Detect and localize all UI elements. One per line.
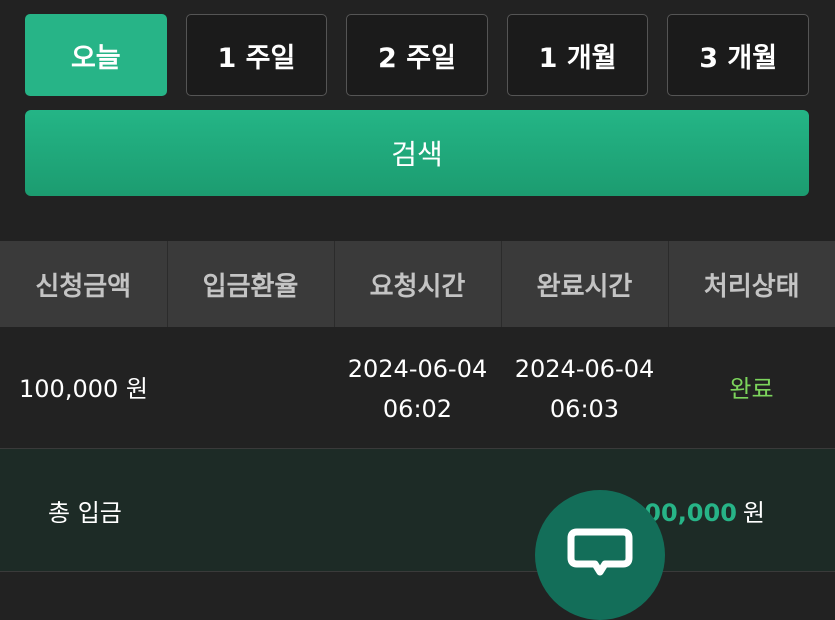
period-3month-button[interactable]: 3 개월 — [667, 14, 809, 96]
deposit-history-table: 신청금액 입금환율 요청시간 완료시간 처리상태 100,000 원 2024-… — [0, 241, 835, 451]
search-button[interactable]: 검색 — [25, 110, 809, 196]
total-unit: 원 — [742, 499, 765, 527]
cell-rate — [167, 327, 334, 451]
request-time: 06:02 — [382, 394, 453, 423]
total-label: 총 입금 — [48, 499, 122, 527]
period-filter: 오늘 1 주일 2 주일 1 개월 3 개월 — [25, 14, 809, 98]
period-1month-button[interactable]: 1 개월 — [506, 14, 649, 96]
complete-date: 2024-06-04 — [514, 354, 655, 383]
complete-time: 06:03 — [549, 394, 620, 423]
chat-button[interactable] — [535, 490, 665, 620]
header-complete-time: 완료시간 — [501, 241, 669, 327]
cell-amount: 100,000 원 — [0, 327, 167, 451]
period-1week-button[interactable]: 1 주일 — [185, 14, 328, 96]
cell-status: 완료 — [668, 327, 835, 451]
header-rate: 입금환율 — [167, 241, 335, 327]
table-row: 100,000 원 2024-06-04 06:02 2024-06-04 06… — [0, 327, 835, 451]
table-header-row: 신청금액 입금환율 요청시간 완료시간 처리상태 — [0, 241, 835, 327]
total-deposit-row: 총 입금 100,000 원 — [0, 448, 835, 572]
chat-bubble-icon — [567, 528, 633, 576]
cell-request-time: 2024-06-04 06:02 — [334, 327, 501, 451]
header-request-time: 요청시간 — [334, 241, 502, 327]
period-today-button[interactable]: 오늘 — [25, 14, 167, 96]
request-date: 2024-06-04 — [347, 354, 488, 383]
period-2week-button[interactable]: 2 주일 — [346, 14, 488, 96]
header-status: 처리상태 — [668, 241, 835, 327]
header-amount: 신청금액 — [0, 241, 168, 327]
cell-complete-time: 2024-06-04 06:03 — [501, 327, 668, 451]
